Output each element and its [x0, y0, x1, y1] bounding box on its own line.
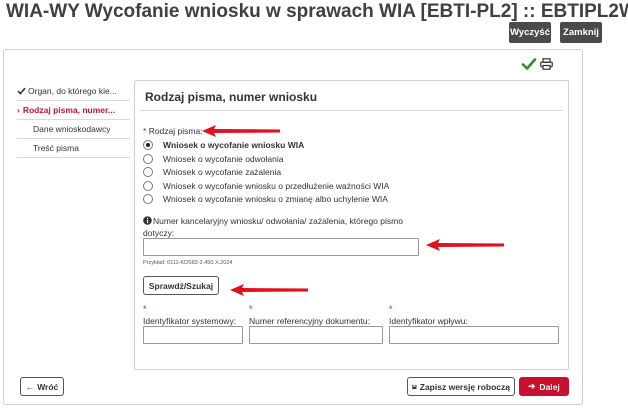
save-draft-label: Zapisz wersję roboczą — [419, 381, 510, 392]
required-marker: * — [389, 304, 393, 314]
system-id-label: Identyfikator systemowy: — [143, 316, 237, 326]
radio-label: Wniosek o wycofanie wniosku o zmianę alb… — [163, 193, 388, 204]
checkmark-icon — [17, 87, 26, 95]
arrow-left-icon: ← — [25, 381, 35, 392]
sidebar-item-label: Treść pisma — [33, 143, 79, 153]
required-marker: * — [249, 304, 253, 314]
radio-button[interactable] — [143, 139, 153, 150]
next-label: Dalej — [539, 381, 560, 392]
radio-label: Wniosek o wycofanie wniosku o przedłużen… — [163, 180, 390, 191]
chevron-right-icon: › — [17, 105, 20, 115]
office-number-hint: Przykład: 0111-KDS83-2.450.X.2024 — [143, 260, 233, 266]
radio-button[interactable] — [143, 153, 153, 164]
office-number-label-cont: dotyczy: — [143, 228, 175, 238]
annotation-arrow-icon — [202, 125, 280, 137]
required-marker: * — [143, 304, 147, 314]
next-button[interactable]: ➔ Dalej — [519, 377, 569, 396]
sidebar-item-label: Organ, do którego kie... — [28, 86, 117, 96]
save-icon — [412, 384, 417, 389]
radio-option[interactable]: Wniosek o wycofanie wniosku o przedłużen… — [143, 179, 389, 192]
back-label: Wróć — [37, 381, 59, 392]
annotation-arrow-icon — [230, 284, 308, 296]
back-button[interactable]: ← Wróć — [20, 377, 64, 396]
check-search-button[interactable]: Sprawdź/Szukaj — [143, 276, 219, 295]
divider — [140, 110, 563, 111]
print-icon[interactable] — [540, 58, 553, 70]
radio-label: Wniosek o wycofanie odwołania — [163, 153, 284, 164]
letter-type-label: * Rodzaj pisma: — [143, 126, 203, 136]
radio-button[interactable] — [143, 166, 153, 177]
letter-type-label-text: Rodzaj pisma: — [148, 126, 203, 136]
required-marker: * — [143, 126, 147, 136]
system-id-input[interactable] — [143, 326, 243, 344]
reference-doc-label: Numer referencyjny dokumentu: — [249, 316, 370, 326]
clear-button[interactable]: Wyczyść — [509, 22, 551, 43]
sidebar-item-letter-type[interactable]: › Rodzaj pisma, numer... — [17, 101, 130, 120]
sidebar-item-label: Rodzaj pisma, numer... — [22, 105, 115, 115]
close-button[interactable]: Zamknij — [560, 22, 602, 43]
sidebar-item-authority[interactable]: Organ, do którego kie... — [17, 82, 130, 101]
receipt-id-label: Identyfikator wpływu: — [389, 316, 468, 326]
page-title: WIA-WY Wycofanie wniosku w sprawach WIA … — [6, 1, 628, 22]
office-number-input[interactable] — [143, 238, 419, 256]
save-draft-button[interactable]: Zapisz wersję roboczą — [407, 377, 515, 396]
reference-doc-input[interactable] — [249, 326, 383, 344]
annotation-arrow-icon — [426, 239, 504, 251]
receipt-id-input[interactable] — [389, 326, 559, 344]
office-number-label: Numer kancelaryjny wniosku/ odwołania/ z… — [153, 216, 403, 226]
radio-option[interactable]: Wniosek o wycofanie wniosku WIA — [143, 138, 304, 151]
radio-option[interactable]: Wniosek o wycofanie odwołania — [143, 152, 283, 165]
radio-label: Wniosek o wycofanie zażalenia — [163, 166, 282, 177]
radio-button[interactable] — [143, 193, 153, 204]
radio-button[interactable] — [143, 180, 153, 191]
radio-option[interactable]: Wniosek o wycofanie wniosku o zmianę alb… — [143, 192, 388, 205]
radio-label: Wniosek o wycofanie wniosku WIA — [163, 139, 305, 150]
radio-option[interactable]: Wniosek o wycofanie zażalenia — [143, 165, 281, 178]
arrow-right-icon: ➔ — [528, 381, 536, 391]
info-circle-icon — [143, 216, 152, 225]
section-title: Rodzaj pisma, numer wniosku — [145, 90, 318, 104]
checkmark-icon — [521, 58, 537, 70]
sidebar-item-label: Dane wnioskodawcy — [33, 124, 111, 134]
sidebar-item-letter-content[interactable]: Treść pisma — [17, 139, 130, 158]
sidebar-item-applicant[interactable]: Dane wnioskodawcy — [17, 120, 130, 139]
